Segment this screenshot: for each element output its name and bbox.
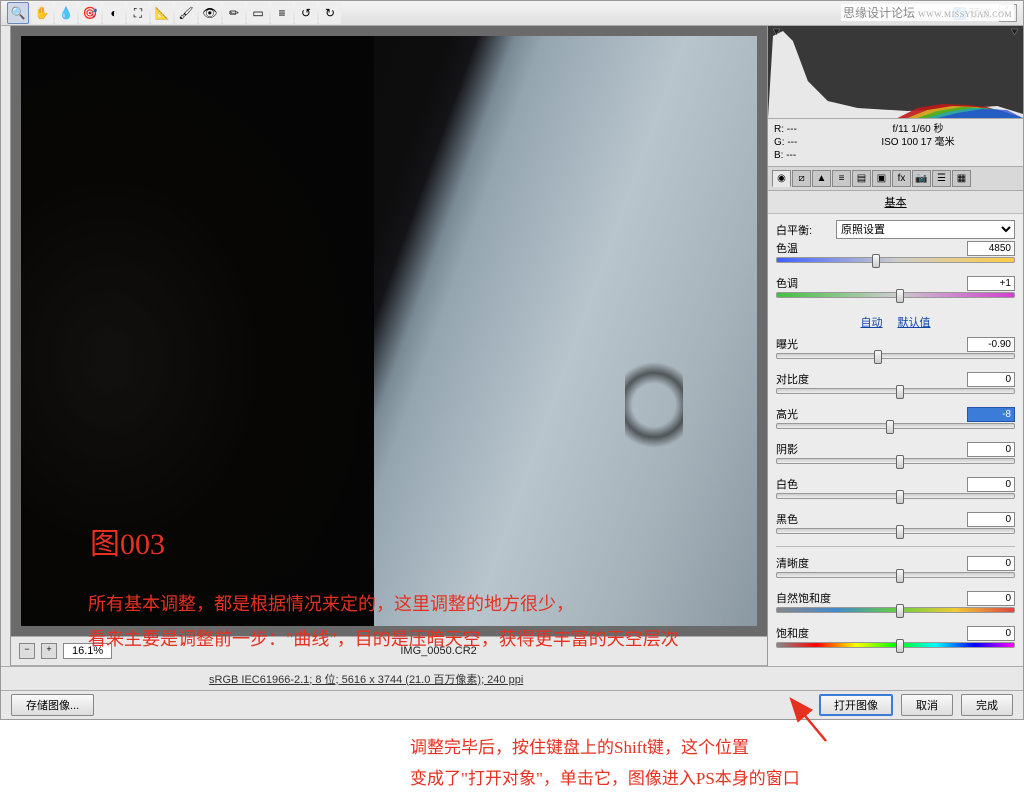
crop-tool-icon[interactable]: ⛶	[127, 2, 149, 24]
save-image-button[interactable]: 存储图像...	[11, 694, 94, 716]
tab-detail-icon[interactable]: ▲	[812, 170, 831, 187]
workflow-info[interactable]: sRGB IEC61966-2.1; 8 位; 5616 x 3744 (21.…	[209, 671, 523, 687]
annotation-text-2: 变成了"打开对象"，单击它，图像进入PS本身的窗口	[410, 764, 800, 789]
tab-lens-icon[interactable]: ▣	[872, 170, 891, 187]
tab-curve-icon[interactable]: ⧄	[792, 170, 811, 187]
zoom-out-icon[interactable]: −	[19, 643, 35, 659]
vibrance-slider[interactable]	[776, 607, 1015, 613]
whites-value[interactable]: 0	[967, 477, 1015, 492]
graduated-filter-tool-icon[interactable]: ▭	[247, 2, 269, 24]
zoom-in-icon[interactable]: +	[41, 643, 57, 659]
histogram[interactable]	[768, 26, 1023, 118]
spot-removal-tool-icon[interactable]: 🖌	[175, 2, 197, 24]
white-balance-tool-icon[interactable]: 💧	[55, 2, 77, 24]
contrast-slider[interactable]	[776, 388, 1015, 394]
exif-info: R: --- G: --- B: --- f/11 1/60 秒 ISO 100…	[768, 118, 1023, 167]
tab-hsl-icon[interactable]: ≡	[832, 170, 851, 187]
overlay-text-2: 看来主要是调整前一步："曲线"，目的是压暗天空，获得更丰富的天空层次	[88, 625, 679, 651]
rotate-cw-icon[interactable]: ↻	[319, 2, 341, 24]
adjustment-brush-tool-icon[interactable]: ✏	[223, 2, 245, 24]
tab-split-icon[interactable]: ▤	[852, 170, 871, 187]
exposure-slider[interactable]	[776, 353, 1015, 359]
clarity-slider[interactable]	[776, 572, 1015, 578]
target-adjust-tool-icon[interactable]: ◐	[103, 2, 125, 24]
panel-tabs: ◉ ⧄ ▲ ≡ ▤ ▣ fx 📷 ☰ ▦	[768, 167, 1023, 191]
temp-slider[interactable]	[776, 257, 1015, 263]
status-bar: sRGB IEC61966-2.1; 8 位; 5616 x 3744 (21.…	[1, 666, 1023, 689]
cancel-button[interactable]: 取消	[901, 694, 953, 716]
tab-fx-icon[interactable]: fx	[892, 170, 911, 187]
shadows-value[interactable]: 0	[967, 442, 1015, 457]
saturation-slider[interactable]	[776, 642, 1015, 648]
rotate-ccw-icon[interactable]: ↺	[295, 2, 317, 24]
color-sampler-tool-icon[interactable]: 🎯	[79, 2, 101, 24]
blacks-slider[interactable]	[776, 528, 1015, 534]
basic-panel: 白平衡: 原照设置 色温4850 色调+1 自动 默认值 曝光-0.90 对比度…	[768, 214, 1023, 666]
watermark: 思缘设计论坛 WWW.MISSYUAN.COM	[841, 4, 1014, 21]
preview-pane: − + 16.1% IMG_0050.CR2	[11, 26, 767, 666]
wb-select[interactable]: 原照设置	[836, 220, 1015, 239]
tab-presets-icon[interactable]: ☰	[932, 170, 951, 187]
shadows-slider[interactable]	[776, 458, 1015, 464]
footer-buttons: 存储图像... 打开图像 取消 完成	[1, 690, 1023, 719]
highlights-slider[interactable]	[776, 423, 1015, 429]
radial-filter-tool-icon[interactable]: ≡	[271, 2, 293, 24]
auto-link[interactable]: 自动	[860, 317, 882, 329]
tab-camera-icon[interactable]: 📷	[912, 170, 931, 187]
tab-snapshot-icon[interactable]: ▦	[952, 170, 971, 187]
temp-value[interactable]: 4850	[967, 241, 1015, 256]
exposure-value[interactable]: -0.90	[967, 337, 1015, 352]
redeye-tool-icon[interactable]: 👁	[199, 2, 221, 24]
wb-label: 白平衡:	[776, 222, 832, 238]
tint-slider[interactable]	[776, 292, 1015, 298]
overlay-text-1: 所有基本调整，都是根据情况来定的，这里调整的地方很少，	[88, 590, 574, 616]
contrast-value[interactable]: 0	[967, 372, 1015, 387]
whites-slider[interactable]	[776, 493, 1015, 499]
tab-basic-icon[interactable]: ◉	[772, 170, 791, 187]
figure-label: 图003	[90, 519, 165, 563]
highlights-value[interactable]: -8	[967, 407, 1015, 422]
blacks-value[interactable]: 0	[967, 512, 1015, 527]
settings-pane: R: --- G: --- B: --- f/11 1/60 秒 ISO 100…	[767, 26, 1023, 666]
tint-value[interactable]: +1	[967, 276, 1015, 291]
default-link[interactable]: 默认值	[898, 317, 931, 329]
straighten-tool-icon[interactable]: 📐	[151, 2, 173, 24]
saturation-value[interactable]: 0	[967, 626, 1015, 641]
open-image-button[interactable]: 打开图像	[819, 694, 893, 716]
hand-tool-icon[interactable]: ✋	[31, 2, 53, 24]
zoom-tool-icon[interactable]: 🔍	[7, 2, 29, 24]
clarity-value[interactable]: 0	[967, 556, 1015, 571]
vibrance-value[interactable]: 0	[967, 591, 1015, 606]
done-button[interactable]: 完成	[961, 694, 1013, 716]
annotation-text-1: 调整完毕后，按住键盘上的Shift键，这个位置	[410, 733, 749, 758]
panel-title: 基本	[768, 191, 1023, 214]
left-strip	[1, 26, 11, 666]
